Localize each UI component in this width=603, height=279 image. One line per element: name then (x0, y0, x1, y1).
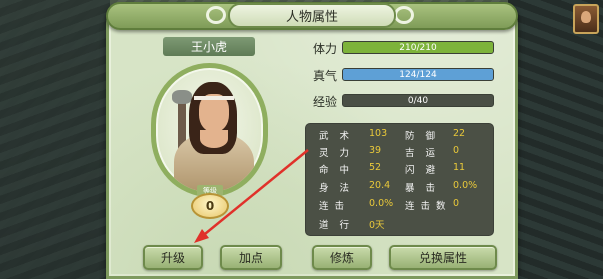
stat-row: 灵力 39 吉运 0 (306, 145, 493, 162)
stat-row: 武术 103 防御 22 (306, 128, 493, 145)
window-title: 人物属性 (228, 3, 396, 28)
character-neck (200, 130, 228, 148)
stat-name: 道行 (319, 220, 361, 231)
stat-value: 103 (369, 128, 388, 139)
stat-value: 20.4 (369, 180, 391, 191)
stat-value: 52 (369, 162, 382, 173)
exp-value: 0/40 (407, 95, 429, 106)
staff-head-icon (172, 90, 192, 104)
knot-ornament-icon (206, 6, 226, 24)
stat-name: 防御 (405, 131, 447, 142)
cultivate-button[interactable]: 修炼 (312, 245, 372, 270)
mp-label: 真气 (313, 69, 338, 83)
background-roof-right (508, 0, 603, 279)
stat-value: 0天 (369, 220, 385, 231)
stat-name: 灵力 (319, 148, 361, 159)
character-portrait (151, 63, 268, 197)
exp-label: 经验 (313, 95, 338, 109)
hp-bar: 210/210 (342, 41, 494, 54)
character-headband (194, 96, 234, 100)
mp-bar: 124/124 (342, 68, 494, 81)
stat-value: 0.0% (453, 180, 478, 191)
exchange-attributes-button[interactable]: 兑换属性 (389, 245, 497, 270)
background-roof-left (0, 0, 110, 279)
player-avatar-icon[interactable] (573, 4, 599, 34)
stat-name: 吉运 (405, 148, 447, 159)
stat-row: 连击 0.0% 连击数 0 (306, 198, 493, 215)
upgrade-button[interactable]: 升级 (143, 245, 203, 270)
add-points-button[interactable]: 加点 (220, 245, 282, 270)
hp-value: 210/210 (399, 42, 437, 53)
stat-value: 11 (453, 162, 466, 173)
mp-value: 124/124 (399, 69, 437, 80)
stat-row: 身法 20.4 暴击 0.0% (306, 180, 493, 197)
stat-name: 连击数 (405, 201, 452, 212)
stat-value: 0 (453, 198, 460, 209)
exp-bar: 0/40 (342, 94, 494, 107)
stat-name: 连击 (319, 201, 351, 212)
hp-label: 体力 (313, 42, 338, 56)
stat-value: 0 (453, 145, 460, 156)
stat-value: 22 (453, 128, 466, 139)
character-name: 王小虎 (163, 37, 255, 56)
stat-value: 39 (369, 145, 382, 156)
stat-name: 身法 (319, 183, 361, 194)
stat-value: 0.0% (369, 198, 394, 209)
stat-row: 道行 0天 (306, 217, 493, 234)
stat-name: 命中 (319, 165, 361, 176)
stat-name: 闪避 (405, 165, 447, 176)
level-badge: 0 (191, 193, 229, 219)
stat-name: 暴击 (405, 183, 447, 194)
stat-name: 武术 (319, 131, 361, 142)
stats-box: 武术 103 防御 22 灵力 39 吉运 0 命中 52 闪避 11 身法 2… (305, 123, 494, 236)
knot-ornament-icon (394, 6, 414, 24)
stat-row: 命中 52 闪避 11 (306, 162, 493, 179)
